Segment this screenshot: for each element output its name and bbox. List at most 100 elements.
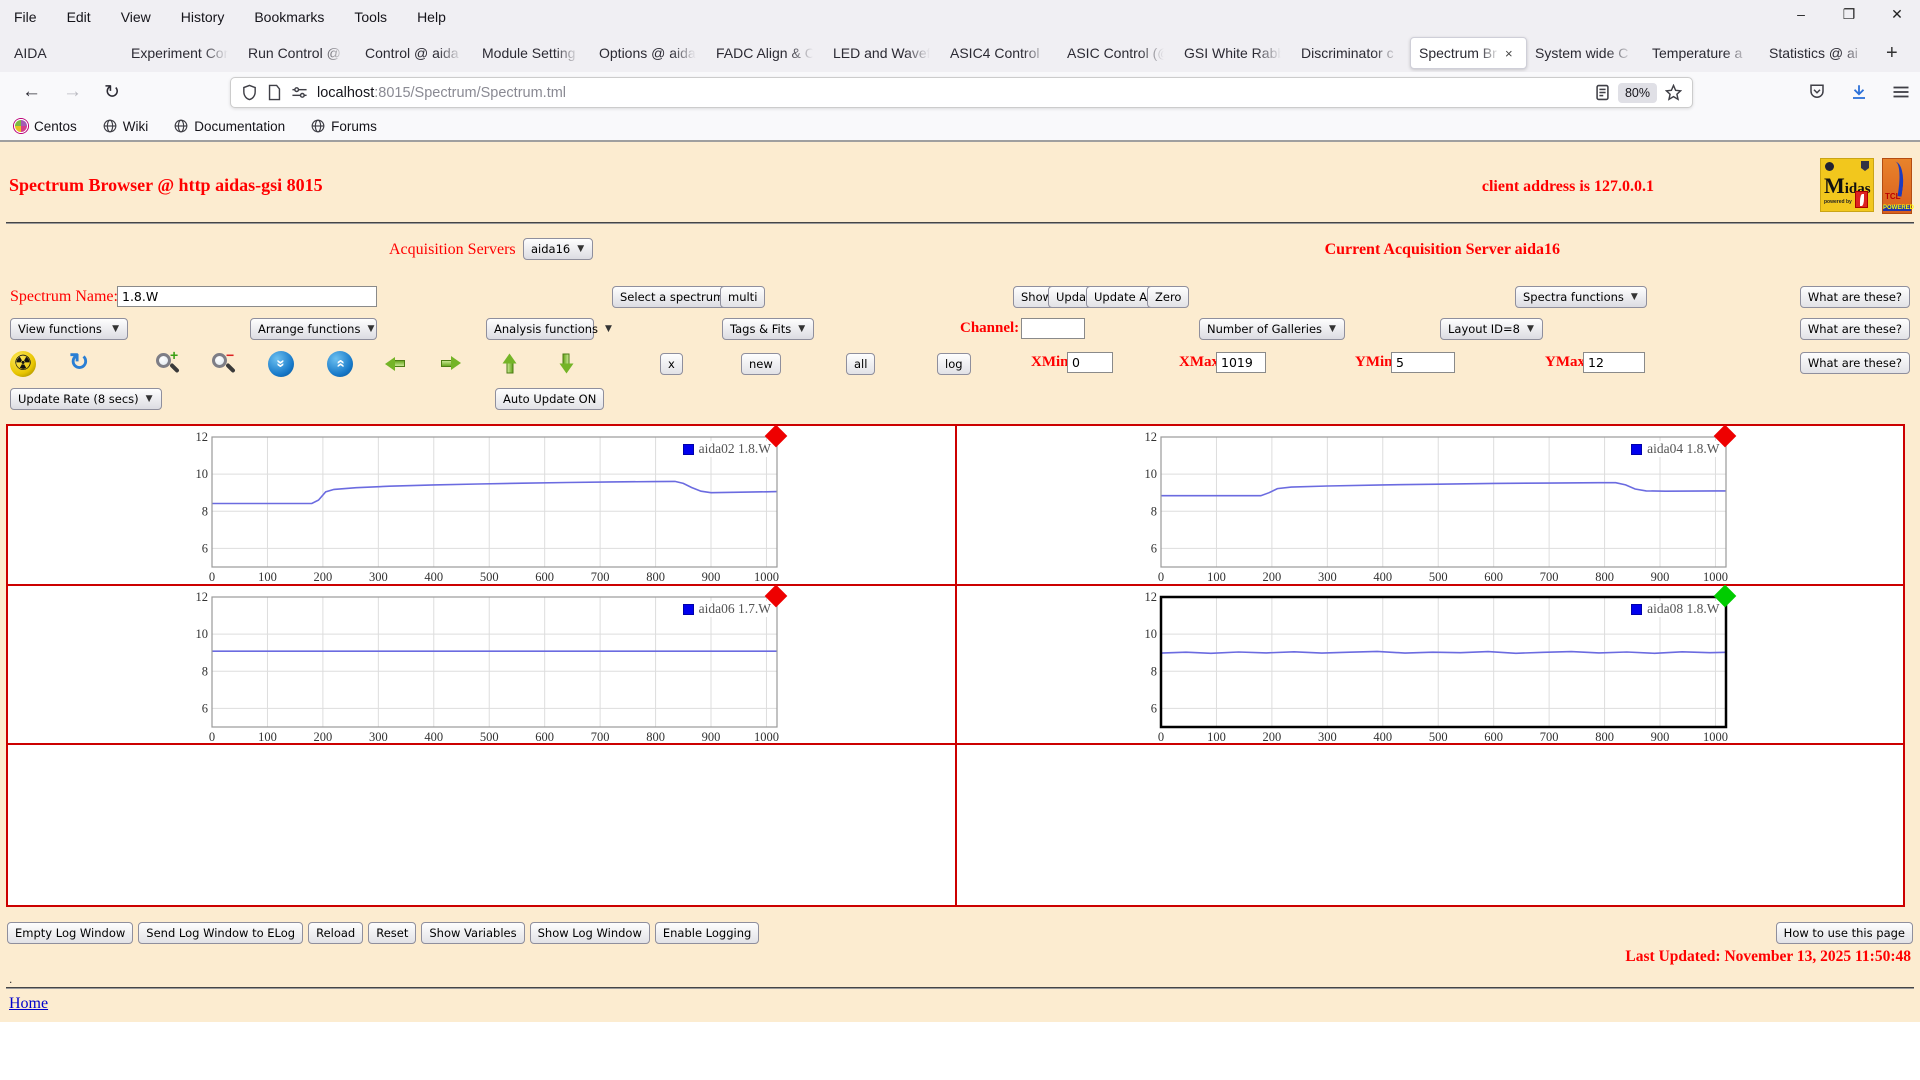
number-of-galleries-select[interactable]: Number of Galleries ▼ [1199, 318, 1345, 340]
reader-mode-icon[interactable] [1595, 84, 1610, 101]
how-to-use-button[interactable]: How to use this page [1775, 922, 1913, 944]
spectrum-chart[interactable]: 0 100 200 300 400 500 600 700 800 900 1000 6 8 10 12 ai… [1135, 424, 1736, 584]
log-button[interactable]: log [937, 353, 971, 375]
close-window-icon[interactable]: ✕ [1888, 6, 1906, 23]
url-text[interactable]: localhost:8015/Spectrum/Spectrum.tml [317, 85, 1595, 101]
menu-tools[interactable]: Tools [354, 9, 387, 25]
spectrum-chart[interactable]: 0 100 200 300 400 500 600 700 800 900 1000 6 8 10 12 ai… [1135, 584, 1736, 744]
new-tab-button[interactable]: + [1886, 42, 1898, 65]
reset-button[interactable]: Reset [368, 922, 417, 944]
gallery-cell[interactable]: 0 100 200 300 400 500 600 700 800 900 1000 6 8 10 12 ai… [7, 424, 956, 585]
menu-help[interactable]: Help [417, 9, 446, 25]
gallery-cell-empty[interactable] [955, 744, 1904, 906]
show-variables-button[interactable]: Show Variables [421, 922, 525, 944]
menu-edit[interactable]: Edit [67, 9, 91, 25]
arrow-right-icon[interactable] [438, 351, 464, 377]
menu-hamburger-icon[interactable] [1892, 84, 1910, 100]
tab-temperature-a[interactable]: Temperature a [1644, 37, 1761, 69]
new-button[interactable]: new [741, 353, 781, 375]
what-are-these-button-2[interactable]: What are these? [1799, 318, 1910, 340]
tab-spectrum-br[interactable]: Spectrum Br × [1410, 37, 1527, 69]
arrow-down-icon[interactable] [553, 351, 579, 377]
tab-module-setting[interactable]: Module Setting [474, 37, 591, 69]
tab-run-control[interactable]: Run Control @ [240, 37, 357, 69]
zero-button[interactable]: Zero [1147, 286, 1190, 308]
spectrum-chart[interactable]: 0 100 200 300 400 500 600 700 800 900 1000 6 8 10 12 ai… [186, 584, 788, 744]
menu-view[interactable]: View [121, 9, 151, 25]
tab-gsi-white-rabb[interactable]: GSI White Rabb [1176, 37, 1293, 69]
gallery-cell-empty[interactable] [7, 744, 956, 906]
shield-icon[interactable] [241, 84, 258, 101]
tab-asic-control[interactable]: ASIC Control (@ [1059, 37, 1176, 69]
gallery-cell[interactable]: 0 100 200 300 400 500 600 700 800 900 1000 6 8 10 12 ai… [955, 424, 1904, 585]
zoom-level-badge[interactable]: 80% [1617, 82, 1657, 103]
bookmark-wiki[interactable]: Wiki [103, 119, 148, 134]
menu-history[interactable]: History [181, 9, 225, 25]
update-rate-select[interactable]: Update Rate (8 secs) ▼ [10, 388, 162, 410]
pocket-icon[interactable] [1808, 83, 1826, 101]
tab-statistics-ai[interactable]: Statistics @ ai [1761, 37, 1878, 69]
spectrum-chart[interactable]: 0 100 200 300 400 500 600 700 800 900 1000 6 8 10 12 ai… [186, 424, 788, 584]
view-functions-select[interactable]: View functions ▼ [10, 318, 128, 340]
permissions-icon[interactable] [291, 85, 308, 100]
minimize-window-icon[interactable]: – [1792, 6, 1810, 23]
bookmark-forums[interactable]: Forums [311, 119, 377, 134]
tab-discriminator-c[interactable]: Discriminator c [1293, 37, 1410, 69]
home-link[interactable]: Home [9, 995, 48, 1013]
gallery-cell[interactable]: 0 100 200 300 400 500 600 700 800 900 1000 6 8 10 12 ai… [7, 584, 956, 744]
zoom-out-icon[interactable]: − [211, 347, 237, 377]
acquisition-server-select[interactable]: aida16 ▼ [523, 238, 594, 260]
maximize-window-icon[interactable]: ❐ [1840, 6, 1858, 23]
tab-close-icon[interactable]: × [1505, 46, 1513, 61]
tags-fits-select[interactable]: Tags & Fits ▼ [722, 318, 815, 340]
channel-input[interactable] [1021, 318, 1085, 339]
radioactive-icon[interactable]: ☢ [10, 351, 36, 377]
reload-button[interactable]: ↻ [104, 81, 120, 104]
ymin-input[interactable] [1391, 352, 1455, 373]
tab-fadc-align-c[interactable]: FADC Align & C [708, 37, 825, 69]
bookmark-documentation[interactable]: Documentation [174, 119, 285, 134]
bookmark-star-icon[interactable] [1665, 84, 1682, 101]
tab-control-aida[interactable]: Control @ aida [357, 37, 474, 69]
analysis-functions-select[interactable]: Analysis functions ▼ [486, 318, 612, 340]
tab-options-aida[interactable]: Options @ aida [591, 37, 708, 69]
what-are-these-button-3[interactable]: What are these? [1799, 352, 1910, 374]
spectra-functions-select[interactable]: Spectra functions ▼ [1515, 286, 1647, 308]
xmax-input[interactable] [1216, 352, 1266, 373]
scroll-down-icon[interactable]: » [268, 351, 294, 377]
menu-file[interactable]: File [14, 9, 37, 25]
what-are-these-button-1[interactable]: What are these? [1799, 286, 1910, 308]
downloads-icon[interactable] [1850, 83, 1868, 101]
spectrum-name-input[interactable] [117, 286, 377, 307]
bookmark-centos[interactable]: Centos [14, 119, 77, 134]
url-bar[interactable]: localhost:8015/Spectrum/Spectrum.tml 80% [230, 77, 1693, 108]
tab-led-and-wavef[interactable]: LED and Wavef [825, 37, 942, 69]
arrow-left-icon[interactable] [382, 351, 408, 377]
scroll-up-icon[interactable]: » [327, 351, 353, 377]
arrange-functions-select[interactable]: Arrange functions ▼ [250, 318, 377, 340]
zoom-in-icon[interactable]: + [155, 347, 181, 377]
reload-button[interactable]: Reload [308, 922, 364, 944]
multi-button[interactable]: multi [720, 286, 766, 308]
send-log-window-to-elog-button[interactable]: Send Log Window to ELog [138, 922, 304, 944]
refresh-icon[interactable]: ↻ [66, 351, 92, 377]
gallery-cell[interactable]: 0 100 200 300 400 500 600 700 800 900 1000 6 8 10 12 ai… [955, 584, 1904, 744]
xmin-input[interactable] [1067, 352, 1113, 373]
forward-button[interactable]: → [63, 81, 82, 103]
tab-system-wide-c[interactable]: System wide C [1527, 37, 1644, 69]
auto-update-button[interactable]: Auto Update ON [495, 388, 605, 410]
enable-logging-button[interactable]: Enable Logging [654, 922, 760, 944]
tab-asic4-control[interactable]: ASIC4 Control [942, 37, 1059, 69]
x-button[interactable]: x [660, 353, 683, 375]
back-button[interactable]: ← [22, 81, 41, 103]
show-log-window-button[interactable]: Show Log Window [529, 922, 650, 944]
ymax-input[interactable] [1583, 352, 1645, 373]
arrow-up-icon[interactable] [497, 351, 523, 377]
layout-id-select[interactable]: Layout ID=8 ▼ [1440, 318, 1543, 340]
tab-aida[interactable]: AIDA [6, 37, 123, 69]
empty-log-window-button[interactable]: Empty Log Window [7, 922, 134, 944]
menu-bookmarks[interactable]: Bookmarks [254, 9, 324, 25]
tab-experiment-con[interactable]: Experiment Con [123, 37, 240, 69]
page-info-icon[interactable] [267, 84, 282, 101]
all-button[interactable]: all [846, 353, 876, 375]
